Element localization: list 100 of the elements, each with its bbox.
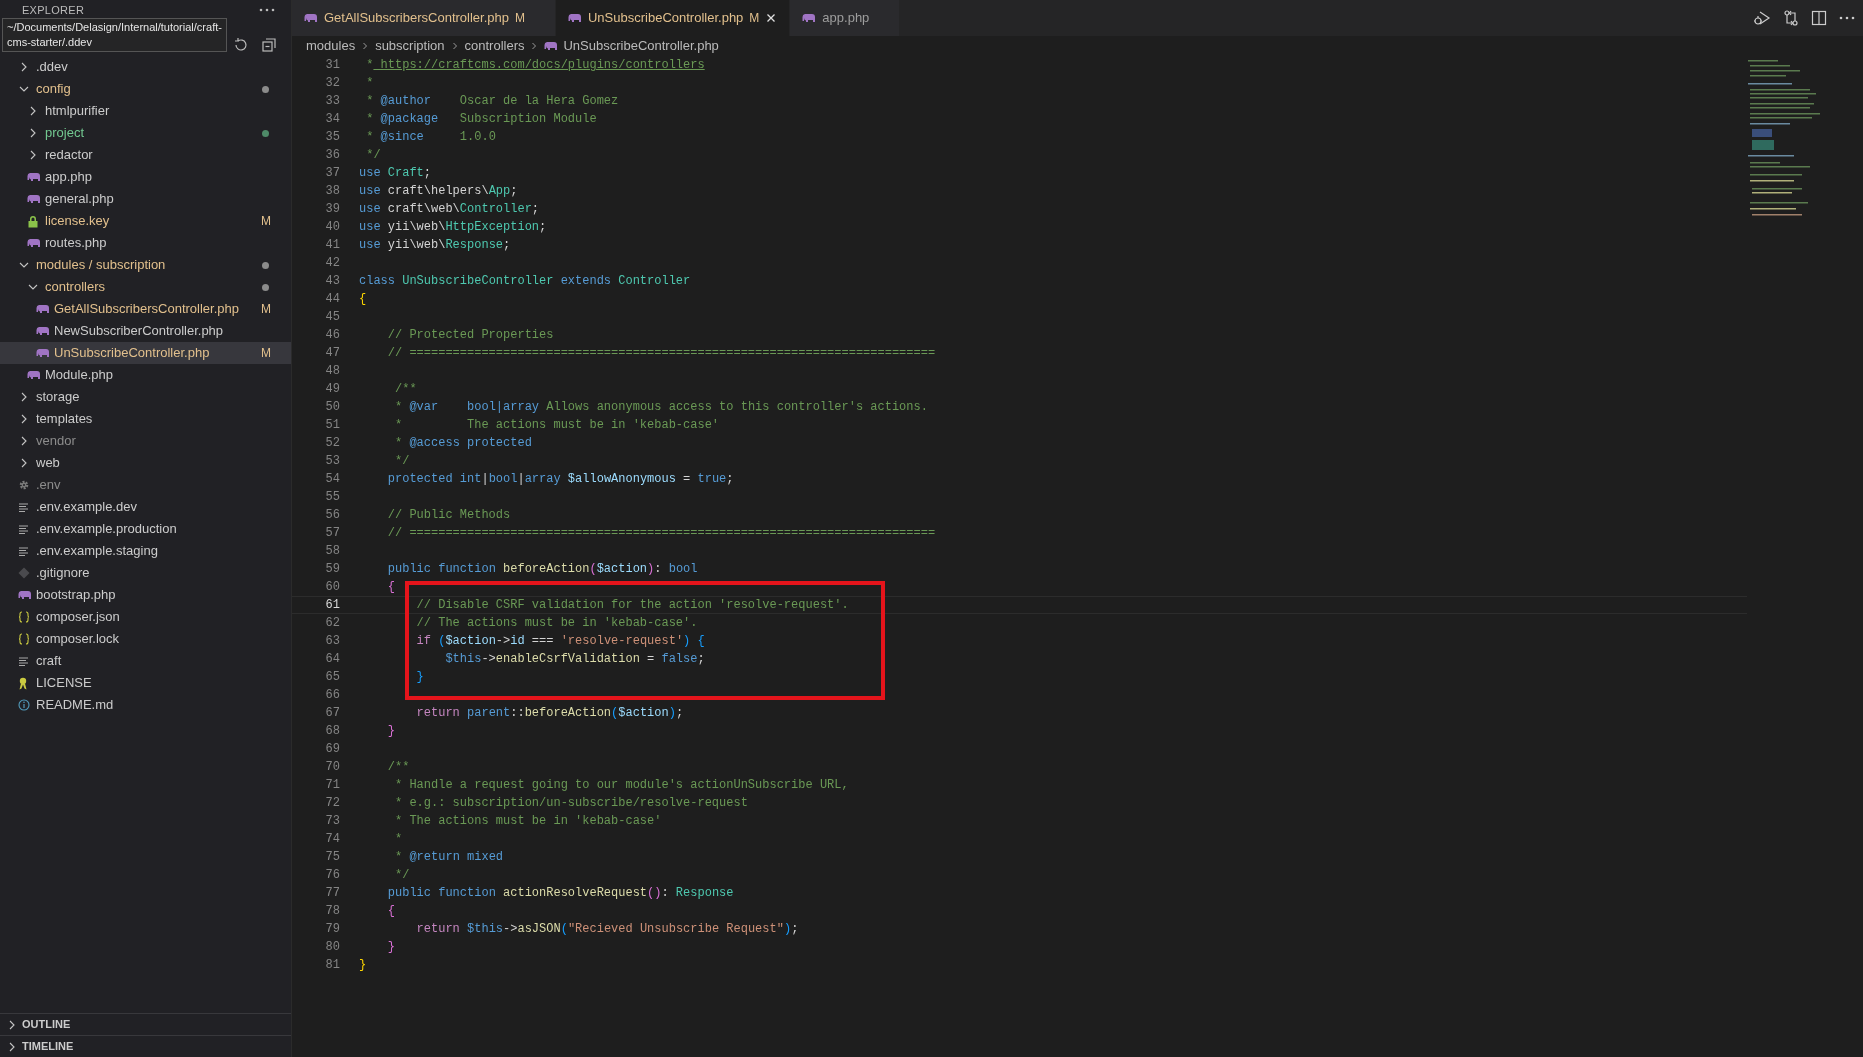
line-number: 79	[324, 921, 340, 938]
source-control-icon[interactable]	[1783, 10, 1799, 26]
refresh-icon[interactable]	[233, 36, 249, 53]
code-line: * The actions must be in 'kebab-case'	[394, 813, 662, 830]
code-line: {	[359, 291, 367, 308]
info-icon	[18, 699, 30, 711]
text-lines-icon	[18, 501, 29, 513]
line-number: 55	[324, 489, 340, 506]
panel-header[interactable]: TIMELINE	[0, 1035, 291, 1057]
line-number: 68	[324, 723, 340, 740]
split-editor-icon[interactable]	[1811, 10, 1827, 26]
tree-item[interactable]: .ddev	[0, 56, 291, 78]
elephant-icon	[36, 326, 50, 336]
line-number: 78	[324, 903, 340, 920]
git-status-label: M	[261, 345, 271, 362]
tree-item[interactable]: general.php	[0, 188, 291, 210]
git-status-label: M	[261, 213, 271, 230]
tree-item-label: templates	[36, 410, 94, 429]
run-debug-icon[interactable]	[1753, 10, 1771, 26]
line-number: 77	[324, 885, 340, 902]
tree-item-label: NewSubscriberController.php	[54, 322, 225, 341]
code-line: // Public Methods	[386, 507, 511, 524]
tree-item[interactable]: project	[0, 122, 291, 144]
breadcrumb-item[interactable]: subscription	[375, 36, 445, 56]
tree-item[interactable]: NewSubscriberController.php	[0, 320, 291, 342]
tree-item[interactable]: redactor	[0, 144, 291, 166]
tree-item-label: UnSubscribeController.php	[54, 344, 211, 363]
tree-item[interactable]: routes.php	[0, 232, 291, 254]
tree-item-label: .env.example.dev	[36, 498, 138, 517]
line-number: 53	[324, 453, 340, 470]
breadcrumb-item[interactable]: UnSubscribeController.php	[563, 36, 719, 56]
tab-label: GetAllSubscribersController.php	[324, 9, 509, 28]
line-number: 36	[324, 147, 340, 164]
text-lines-icon	[18, 523, 29, 535]
tree-item[interactable]: GetAllSubscribersController.php M	[0, 298, 291, 320]
tree-item[interactable]: htmlpurifier	[0, 100, 291, 122]
tree-item[interactable]: storage	[0, 386, 291, 408]
code-line: *	[365, 75, 374, 92]
tree-item-label: README.md	[36, 696, 115, 715]
close-icon[interactable]	[765, 12, 778, 24]
tree-item[interactable]: .env.example.dev	[0, 496, 291, 518]
code-line: if ($action->id === 'resolve-request') {	[415, 633, 705, 650]
tree-item[interactable]: .env.example.production	[0, 518, 291, 540]
tree-item[interactable]: .env.example.staging	[0, 540, 291, 562]
tree-item[interactable]: composer.json	[0, 606, 291, 628]
tree-item[interactable]: license.key M	[0, 210, 291, 232]
code-line: // =========================================================================	[386, 345, 936, 362]
elephant-icon	[18, 590, 32, 600]
tree-item[interactable]: app.php	[0, 166, 291, 188]
code-line: * @package Subscription Module	[365, 111, 597, 128]
code-line: // =========================================================================	[386, 525, 936, 542]
tree-item[interactable]: web	[0, 452, 291, 474]
tree-item[interactable]: modules / subscription	[0, 254, 291, 276]
tree-item-label: license.key	[45, 212, 111, 231]
line-number: 76	[324, 867, 340, 884]
line-number: 44	[324, 291, 340, 308]
code-line: }	[359, 957, 367, 974]
code-line: {	[386, 903, 395, 920]
text-lines-icon	[18, 655, 29, 667]
line-number: 81	[324, 957, 340, 974]
elephant-icon	[27, 172, 41, 182]
line-number: 35	[324, 129, 340, 146]
tree-item-label: htmlpurifier	[45, 102, 111, 121]
elephant-icon	[27, 238, 41, 248]
tree-item[interactable]: composer.lock	[0, 628, 291, 650]
more-icon[interactable]	[259, 8, 275, 13]
code-line: * @var bool|array Allows anonymous access to this controller's actions.	[394, 399, 928, 416]
tree-item[interactable]: UnSubscribeController.php M	[0, 342, 291, 364]
editor-tab[interactable]: GetAllSubscribersController.php M	[292, 0, 556, 36]
tree-item[interactable]: .env	[0, 474, 291, 496]
line-number: 41	[324, 237, 340, 254]
gear-icon	[18, 479, 30, 491]
editor-tab[interactable]: app.php	[790, 0, 901, 36]
tree-item-label: .env	[36, 476, 62, 495]
editor-tab[interactable]: UnSubscribeController.php M	[556, 0, 791, 36]
line-number: 37	[324, 165, 340, 182]
tree-item-label: GetAllSubscribersController.php	[54, 300, 240, 319]
breadcrumb-item[interactable]: modules	[306, 36, 356, 56]
breadcrumb-item[interactable]: controllers	[464, 36, 525, 56]
line-number: 69	[324, 741, 340, 758]
tree-item[interactable]: controllers	[0, 276, 291, 298]
tree-item[interactable]: bootstrap.php	[0, 584, 291, 606]
tree-item[interactable]: craft	[0, 650, 291, 672]
tree-item[interactable]: LICENSE	[0, 672, 291, 694]
tree-item[interactable]: vendor	[0, 430, 291, 452]
line-number: 31	[324, 57, 340, 74]
tree-item-label: .env.example.staging	[36, 542, 159, 561]
more-actions-icon[interactable]	[1839, 16, 1855, 20]
panel-header[interactable]: OUTLINE	[0, 1013, 291, 1035]
code-line: /**	[394, 381, 417, 398]
tree-item[interactable]: templates	[0, 408, 291, 430]
tree-item[interactable]: Module.php	[0, 364, 291, 386]
tree-item[interactable]: .gitignore	[0, 562, 291, 584]
tree-item[interactable]: config	[0, 78, 291, 100]
tree-item-label: composer.json	[36, 608, 121, 627]
collapse-all-icon[interactable]	[261, 36, 277, 53]
tree-item[interactable]: README.md	[0, 694, 291, 716]
tab-label: UnSubscribeController.php	[588, 9, 744, 28]
line-number: 32	[324, 75, 340, 92]
code-line: use craft\web\Controller;	[359, 201, 540, 218]
